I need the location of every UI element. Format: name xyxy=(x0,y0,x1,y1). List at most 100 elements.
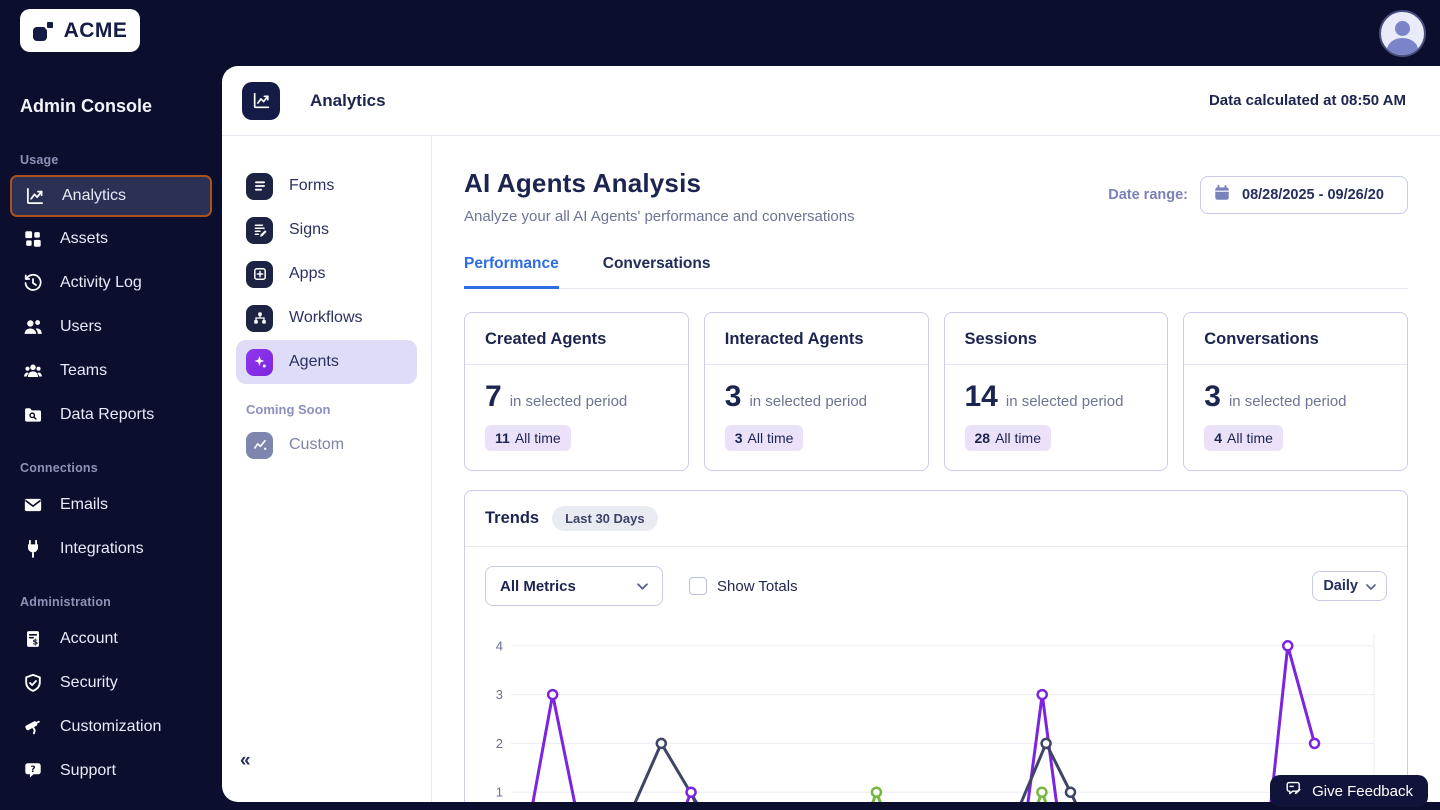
svg-text:3: 3 xyxy=(496,687,503,702)
feedback-icon xyxy=(1285,780,1303,802)
stat-card-created-agents: Created Agents 7 in selected period 11 Al… xyxy=(464,312,689,471)
stat-cards: Created Agents 7 in selected period 11 Al… xyxy=(464,312,1408,471)
stat-period-label: in selected period xyxy=(749,393,868,410)
sidebar-item-activity-log[interactable]: Activity Log xyxy=(10,261,212,305)
sidebar-item-data-reports[interactable]: Data Reports xyxy=(10,393,212,437)
analytics-header-icon xyxy=(242,81,280,120)
sidebar-item-integrations[interactable]: Integrations xyxy=(10,527,212,571)
show-totals-checkbox[interactable] xyxy=(689,577,707,595)
screen: ACME Admin Console Usage Analytics Asset… xyxy=(0,0,1440,810)
sidebar-item-customization[interactable]: Customization xyxy=(10,705,212,749)
acme-logo-icon xyxy=(32,19,57,42)
all-time-badge: 11 All time xyxy=(485,425,571,451)
sidebar-item-support[interactable]: ? Support xyxy=(10,749,212,793)
chevron-down-icon xyxy=(637,577,648,595)
apps-icon xyxy=(246,260,273,288)
users-icon xyxy=(22,316,44,338)
tabs: Performance Conversations xyxy=(464,255,1408,289)
date-range-value: 08/28/2025 - 09/26/20 xyxy=(1242,187,1384,203)
section-label-administration: Administration xyxy=(20,595,111,609)
custom-icon xyxy=(246,431,273,459)
signs-icon xyxy=(246,216,273,244)
stat-title: Conversations xyxy=(1204,330,1319,348)
section-label-usage: Usage xyxy=(20,153,59,167)
trends-card: Trends Last 30 Days All Metrics Show Tot… xyxy=(464,490,1408,802)
stat-title: Created Agents xyxy=(485,330,607,348)
trends-period-badge: Last 30 Days xyxy=(552,506,658,531)
app-header: Analytics Data calculated at 08:50 AM xyxy=(222,66,1440,136)
activity-log-icon xyxy=(22,272,44,294)
stat-value: 3 xyxy=(1204,380,1221,413)
stat-value: 7 xyxy=(485,380,502,413)
account-icon: $ xyxy=(22,628,44,650)
page-title: AI Agents Analysis xyxy=(464,168,702,198)
trends-chart-area: 4 3 2 1 xyxy=(465,616,1407,802)
stat-card-interacted-agents: Interacted Agents 3 in selected period 3… xyxy=(703,312,929,471)
collapse-sidebar-button[interactable]: « xyxy=(240,750,251,772)
all-time-badge: 4 All time xyxy=(1204,425,1283,451)
stat-value: 3 xyxy=(724,380,742,413)
support-icon: ? xyxy=(22,760,44,782)
svg-text:2: 2 xyxy=(496,736,503,751)
give-feedback-button[interactable]: Give Feedback xyxy=(1270,775,1428,807)
modnav-item-forms[interactable]: Forms xyxy=(236,164,417,208)
teams-icon xyxy=(22,360,44,382)
data-reports-icon xyxy=(22,404,44,426)
sidebar-item-analytics[interactable]: Analytics xyxy=(10,175,212,217)
module-nav: Forms Signs Apps Workflows Agents Coming… xyxy=(222,136,432,802)
date-range-picker[interactable]: 08/28/2025 - 09/26/20 xyxy=(1200,176,1408,214)
sidebar-item-security[interactable]: Security xyxy=(10,661,212,705)
show-totals-toggle[interactable]: Show Totals xyxy=(689,577,798,595)
page-subtitle: Analyze your all AI Agents' performance … xyxy=(464,208,855,225)
assets-icon xyxy=(22,228,44,250)
sidebar-title: Admin Console xyxy=(20,96,153,116)
sidebar-item-account[interactable]: $ Account xyxy=(10,617,212,661)
calendar-icon xyxy=(1213,184,1231,207)
modnav-item-custom[interactable]: Custom xyxy=(236,423,417,467)
user-avatar[interactable] xyxy=(1379,10,1426,57)
modnav-item-signs[interactable]: Signs xyxy=(236,208,417,252)
modnav-item-workflows[interactable]: Workflows xyxy=(236,296,417,340)
chevron-down-icon xyxy=(1366,577,1376,595)
forms-icon xyxy=(246,172,273,200)
acme-logo[interactable]: ACME xyxy=(20,9,140,52)
svg-text:?: ? xyxy=(30,765,35,775)
trends-title: Trends xyxy=(485,509,540,527)
trends-chart: 4 3 2 1 xyxy=(496,634,1375,802)
stat-period-label: in selected period xyxy=(509,393,628,410)
modnav-item-agents[interactable]: Agents xyxy=(236,340,417,384)
main-content: AI Agents Analysis Analyze your all AI A… xyxy=(432,136,1440,802)
stat-card-conversations: Conversations 3 in selected period 4 All … xyxy=(1183,312,1408,471)
security-icon xyxy=(22,672,44,694)
sidebar-item-assets[interactable]: Assets xyxy=(10,217,212,261)
stat-title: Interacted Agents xyxy=(724,330,864,348)
all-time-badge: 28 All time xyxy=(964,425,1051,451)
data-calculated-text: Data calculated at 08:50 AM xyxy=(1208,92,1406,109)
svg-text:4: 4 xyxy=(496,638,503,653)
interval-select[interactable]: Daily xyxy=(1312,571,1387,601)
app-header-title: Analytics xyxy=(310,90,386,110)
analytics-icon xyxy=(24,185,46,207)
logo-text: ACME xyxy=(63,18,128,42)
stat-title: Sessions xyxy=(964,330,1037,348)
stat-period-label: in selected period xyxy=(1005,393,1124,410)
svg-text:1: 1 xyxy=(496,785,503,800)
sidebar-item-emails[interactable]: Emails xyxy=(10,483,212,527)
stat-card-sessions: Sessions 14 in selected period 28 All tim… xyxy=(943,312,1169,471)
metrics-select[interactable]: All Metrics xyxy=(485,566,663,606)
sidebar-item-teams[interactable]: Teams xyxy=(10,349,212,393)
coming-soon-label: Coming Soon xyxy=(246,402,331,417)
integrations-icon xyxy=(22,538,44,560)
tab-performance[interactable]: Performance xyxy=(464,255,559,289)
app-panel: Analytics Data calculated at 08:50 AM Fo… xyxy=(222,66,1440,802)
tab-conversations[interactable]: Conversations xyxy=(603,255,711,288)
all-time-badge: 3 All time xyxy=(724,425,804,451)
modnav-item-apps[interactable]: Apps xyxy=(236,252,417,296)
stat-period-label: in selected period xyxy=(1228,393,1347,410)
date-range-label: Date range: xyxy=(1108,187,1188,203)
emails-icon xyxy=(22,494,44,516)
agents-icon xyxy=(246,348,273,376)
section-label-connections: Connections xyxy=(20,461,98,475)
sidebar-item-users[interactable]: Users xyxy=(10,305,212,349)
svg-text:$: $ xyxy=(32,637,38,647)
